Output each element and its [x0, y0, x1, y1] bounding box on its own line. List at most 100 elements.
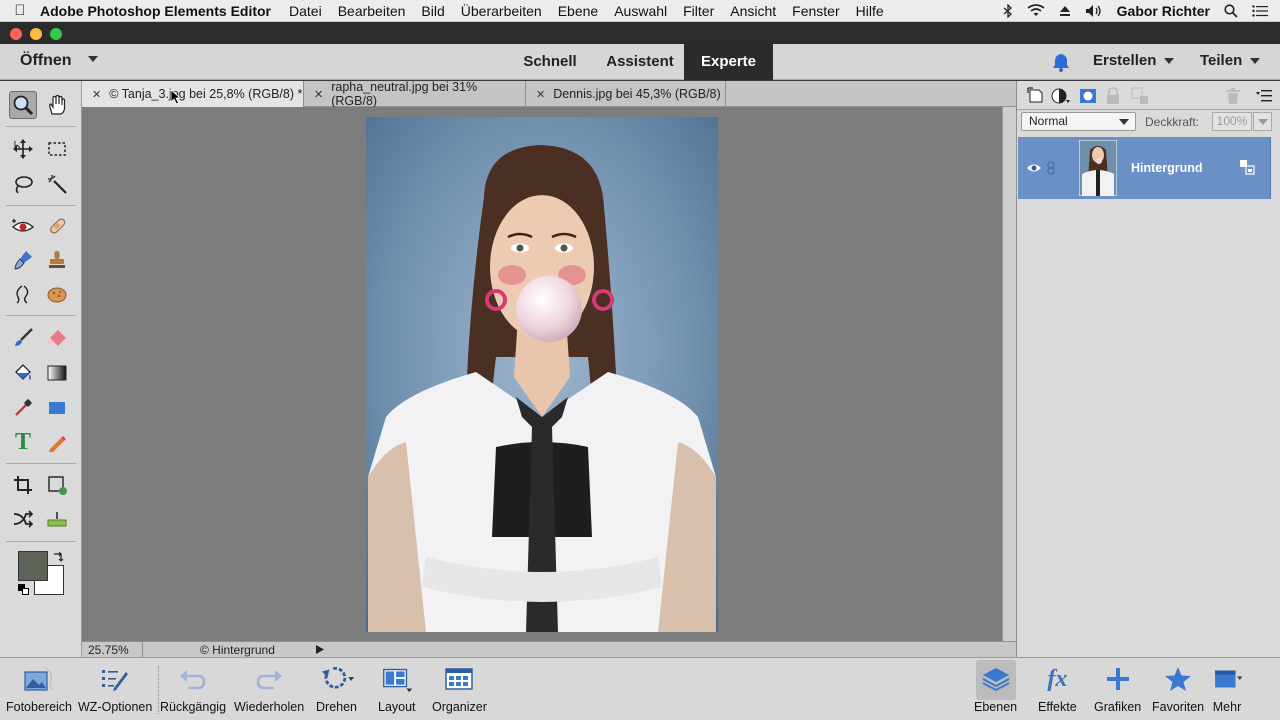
document-tab-rapha[interactable]: ✕ rapha_neutral.jpg bei 31% (RGB/8) — [304, 80, 526, 108]
red-eye-tool-icon[interactable] — [9, 212, 37, 240]
eject-icon[interactable] — [1059, 5, 1071, 17]
content-aware-move-icon[interactable] — [9, 505, 37, 533]
menu-ebene[interactable]: Ebene — [558, 3, 598, 19]
more-button[interactable]: Mehr — [1210, 662, 1244, 718]
portrait-photo — [366, 117, 718, 632]
layers-panel-button[interactable]: Ebenen — [974, 662, 1017, 718]
layer-row-background[interactable]: Hintergrund — [1018, 137, 1271, 199]
tool-separator — [6, 126, 76, 127]
magic-wand-tool-icon[interactable] — [43, 170, 71, 198]
adjustment-layer-icon[interactable] — [1051, 87, 1071, 105]
graphics-button[interactable]: Grafiken — [1094, 662, 1141, 718]
menu-datei[interactable]: Datei — [289, 3, 322, 19]
minimize-window-button[interactable] — [30, 28, 42, 40]
close-tab-icon[interactable]: ✕ — [536, 88, 545, 101]
layer-visibility-eye-icon[interactable] — [1026, 162, 1042, 174]
fx-icon: fx — [1047, 665, 1068, 692]
close-window-button[interactable] — [10, 28, 22, 40]
default-colors-icon[interactable] — [18, 584, 30, 596]
content-aware-move-tool-icon[interactable] — [9, 280, 37, 308]
brush-tool-icon[interactable] — [9, 324, 37, 352]
menu-fenster[interactable]: Fenster — [792, 3, 839, 19]
mode-tab-quick[interactable]: Schnell — [512, 44, 588, 80]
spotlight-search-icon[interactable] — [1224, 3, 1238, 18]
layer-link-icon[interactable] — [1047, 161, 1055, 175]
gradient-tool-icon[interactable] — [43, 359, 71, 387]
text-tool-icon[interactable]: T — [9, 428, 37, 456]
user-name[interactable]: Gabor Richter — [1117, 3, 1210, 19]
favorites-button[interactable]: Favoriten — [1152, 662, 1204, 718]
eraser-tool-icon[interactable] — [43, 324, 71, 352]
layers-scrollbar[interactable] — [1271, 137, 1280, 657]
rotate-button[interactable]: Drehen — [316, 662, 357, 718]
layout-button[interactable]: Layout — [378, 662, 416, 718]
lock-all-icon[interactable] — [1105, 87, 1121, 105]
status-bar: 25.75% © Hintergrund — [82, 641, 1016, 658]
lock-transparent-icon[interactable] — [1131, 87, 1149, 105]
crop-tool-icon[interactable] — [9, 471, 37, 499]
swap-colors-icon[interactable] — [52, 551, 64, 563]
menu-ueberarbeiten[interactable]: Überarbeiten — [461, 3, 542, 19]
layer-lock-icon[interactable] — [1239, 159, 1255, 175]
new-layer-icon[interactable] — [1027, 87, 1045, 105]
layer-mask-icon[interactable] — [1079, 87, 1097, 105]
sponge-tool-icon[interactable] — [43, 280, 71, 308]
redo-button[interactable]: Wiederholen — [234, 662, 304, 718]
rotate-label: Drehen — [316, 700, 357, 714]
close-tab-icon[interactable]: ✕ — [92, 88, 101, 101]
notification-center-icon[interactable] — [1252, 4, 1268, 17]
close-tab-icon[interactable]: ✕ — [314, 88, 323, 101]
opacity-dropdown[interactable] — [1253, 112, 1272, 131]
paint-bucket-tool-icon[interactable] — [9, 359, 37, 387]
menu-auswahl[interactable]: Auswahl — [614, 3, 667, 19]
smart-brush-tool-icon[interactable] — [9, 246, 37, 274]
volume-icon[interactable] — [1085, 4, 1103, 18]
blend-mode-select[interactable]: Normal — [1021, 112, 1136, 131]
app-name-menu[interactable]: Adobe Photoshop Elements Editor — [40, 3, 271, 19]
undo-button[interactable]: Rückgängig — [160, 662, 226, 718]
menu-bearbeiten[interactable]: Bearbeiten — [338, 3, 406, 19]
zoom-window-button[interactable] — [50, 28, 62, 40]
straighten-tool-icon[interactable] — [43, 505, 71, 533]
document-tab-tanja[interactable]: ✕ © Tanja_3.jpg bei 25,8% (RGB/8) * — [82, 81, 304, 107]
clone-stamp-tool-icon[interactable] — [43, 246, 71, 274]
tool-options-button[interactable]: WZ-Optionen — [78, 662, 152, 718]
menu-filter[interactable]: Filter — [683, 3, 714, 19]
wifi-icon[interactable] — [1027, 4, 1045, 17]
create-menu[interactable]: Erstellen — [1093, 52, 1175, 69]
canvas-vertical-scrollbar[interactable] — [1002, 107, 1016, 641]
opacity-input[interactable]: 100% — [1212, 112, 1252, 131]
foreground-color-swatch[interactable] — [18, 551, 48, 581]
delete-layer-icon[interactable] — [1225, 87, 1241, 105]
eyedropper-tool-icon[interactable] — [9, 394, 37, 422]
zoom-tool-icon[interactable] — [9, 91, 37, 119]
effects-button[interactable]: fx Effekte — [1038, 662, 1077, 718]
photo-bin-button[interactable]: Fotobereich — [6, 662, 72, 718]
image-canvas[interactable] — [82, 107, 1002, 641]
mode-tab-guided[interactable]: Assistent — [596, 44, 684, 80]
organizer-button[interactable]: Organizer — [432, 662, 487, 718]
document-tab-dennis[interactable]: ✕ Dennis.jpg bei 45,3% (RGB/8) — [526, 81, 726, 107]
hand-tool-icon[interactable] — [43, 91, 71, 119]
open-button[interactable]: Öffnen — [20, 52, 72, 70]
apple-menu-icon[interactable]:  — [0, 2, 40, 19]
rectangle-shape-tool-icon[interactable] — [43, 394, 71, 422]
rectangular-marquee-tool-icon[interactable] — [43, 135, 71, 163]
pencil-tool-icon[interactable] — [43, 428, 71, 456]
lasso-tool-icon[interactable] — [9, 170, 37, 198]
notification-bell-icon[interactable] — [1051, 52, 1071, 72]
menu-hilfe[interactable]: Hilfe — [856, 3, 884, 19]
menu-ansicht[interactable]: Ansicht — [730, 3, 776, 19]
recompose-tool-icon[interactable] — [43, 471, 71, 499]
menu-bild[interactable]: Bild — [421, 3, 444, 19]
move-tool-icon[interactable] — [9, 135, 37, 163]
mode-tab-expert[interactable]: Experte — [684, 44, 773, 80]
bluetooth-icon[interactable] — [1003, 3, 1013, 18]
share-menu[interactable]: Teilen — [1200, 52, 1261, 69]
status-menu-arrow-icon[interactable] — [315, 644, 325, 655]
panel-menu-icon[interactable] — [1255, 89, 1273, 103]
zoom-level[interactable]: 25.75% — [88, 643, 129, 657]
open-dropdown-icon[interactable] — [88, 56, 98, 62]
spot-healing-brush-icon[interactable] — [43, 212, 71, 240]
taskbar-separator — [158, 666, 159, 714]
